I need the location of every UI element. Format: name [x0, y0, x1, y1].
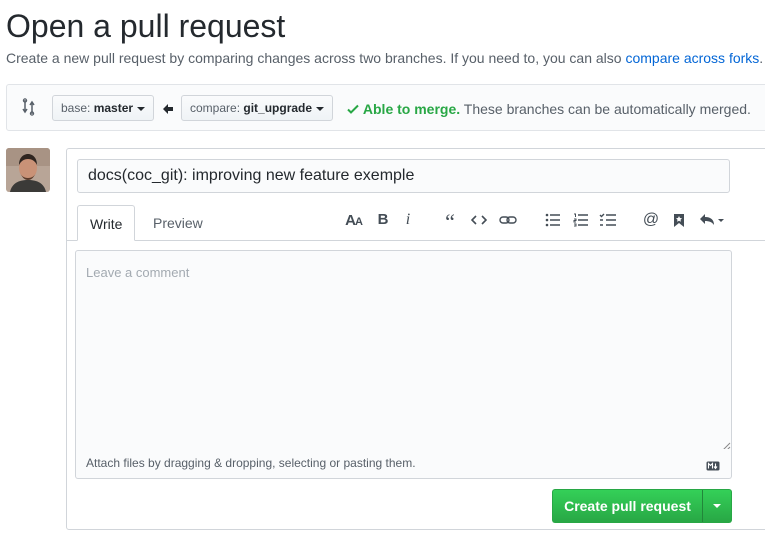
branch-range-bar: base: master compare: git_upgrade Able t…	[6, 84, 765, 131]
reply-icon[interactable]	[697, 209, 727, 231]
chevron-down-icon	[713, 504, 721, 508]
tab-preview[interactable]: Preview	[141, 205, 215, 241]
merge-status-detail: These branches can be automatically merg…	[460, 101, 751, 117]
compare-branch-label: compare:	[190, 101, 241, 115]
base-branch-select[interactable]: base: master	[52, 95, 155, 121]
base-branch-label: base:	[61, 101, 91, 115]
merge-status-label: Able to merge.	[362, 101, 461, 117]
pr-title-input[interactable]	[77, 159, 730, 193]
arrow-left-icon	[162, 102, 174, 114]
create-pull-request-button[interactable]: Create pull request	[552, 489, 702, 523]
compare-branch-value: git_upgrade	[243, 101, 313, 115]
unordered-list-icon[interactable]	[542, 209, 564, 231]
attach-files-text: Attach files by dragging & dropping, sel…	[86, 456, 416, 470]
chevron-down-icon	[137, 106, 146, 111]
bookmark-icon[interactable]	[668, 209, 690, 231]
bold-icon[interactable]: B	[372, 209, 394, 231]
comment-placeholder: Leave a comment	[86, 265, 190, 280]
compare-branch-select[interactable]: compare: git_upgrade	[181, 95, 334, 121]
attach-files-bar[interactable]: Attach files by dragging & dropping, sel…	[75, 449, 732, 479]
text-size-icon[interactable]: AA	[343, 209, 365, 231]
ordered-list-icon[interactable]	[570, 209, 592, 231]
chevron-down-icon	[316, 106, 325, 111]
markdown-icon[interactable]	[706, 458, 720, 471]
mention-icon[interactable]: @	[640, 209, 662, 231]
tab-write[interactable]: Write	[77, 205, 136, 241]
pull-request-form: Write Preview AA B i “ @ Leave a comment…	[66, 148, 765, 530]
quote-icon[interactable]: “	[439, 209, 461, 234]
create-pull-request-dropdown[interactable]	[702, 489, 732, 523]
resize-handle-icon[interactable]	[721, 439, 731, 452]
compare-across-forks-link[interactable]: compare across forks	[625, 50, 759, 66]
check-icon	[347, 102, 359, 114]
comment-textarea[interactable]: Leave a comment	[75, 250, 732, 452]
merge-status: Able to merge. These branches can be aut…	[347, 101, 751, 117]
page-title: Open a pull request	[6, 8, 286, 44]
page-subtitle: Create a new pull request by comparing c…	[6, 50, 763, 66]
task-list-icon[interactable]	[597, 209, 619, 231]
avatar[interactable]	[6, 148, 50, 192]
link-icon[interactable]	[497, 209, 519, 231]
code-icon[interactable]	[468, 209, 490, 231]
base-branch-value: master	[93, 101, 134, 115]
compare-arrows-icon	[21, 98, 37, 116]
subtitle-end: .	[759, 50, 764, 66]
italic-icon[interactable]: i	[397, 209, 419, 231]
subtitle-text: Create a new pull request by comparing c…	[6, 50, 626, 66]
